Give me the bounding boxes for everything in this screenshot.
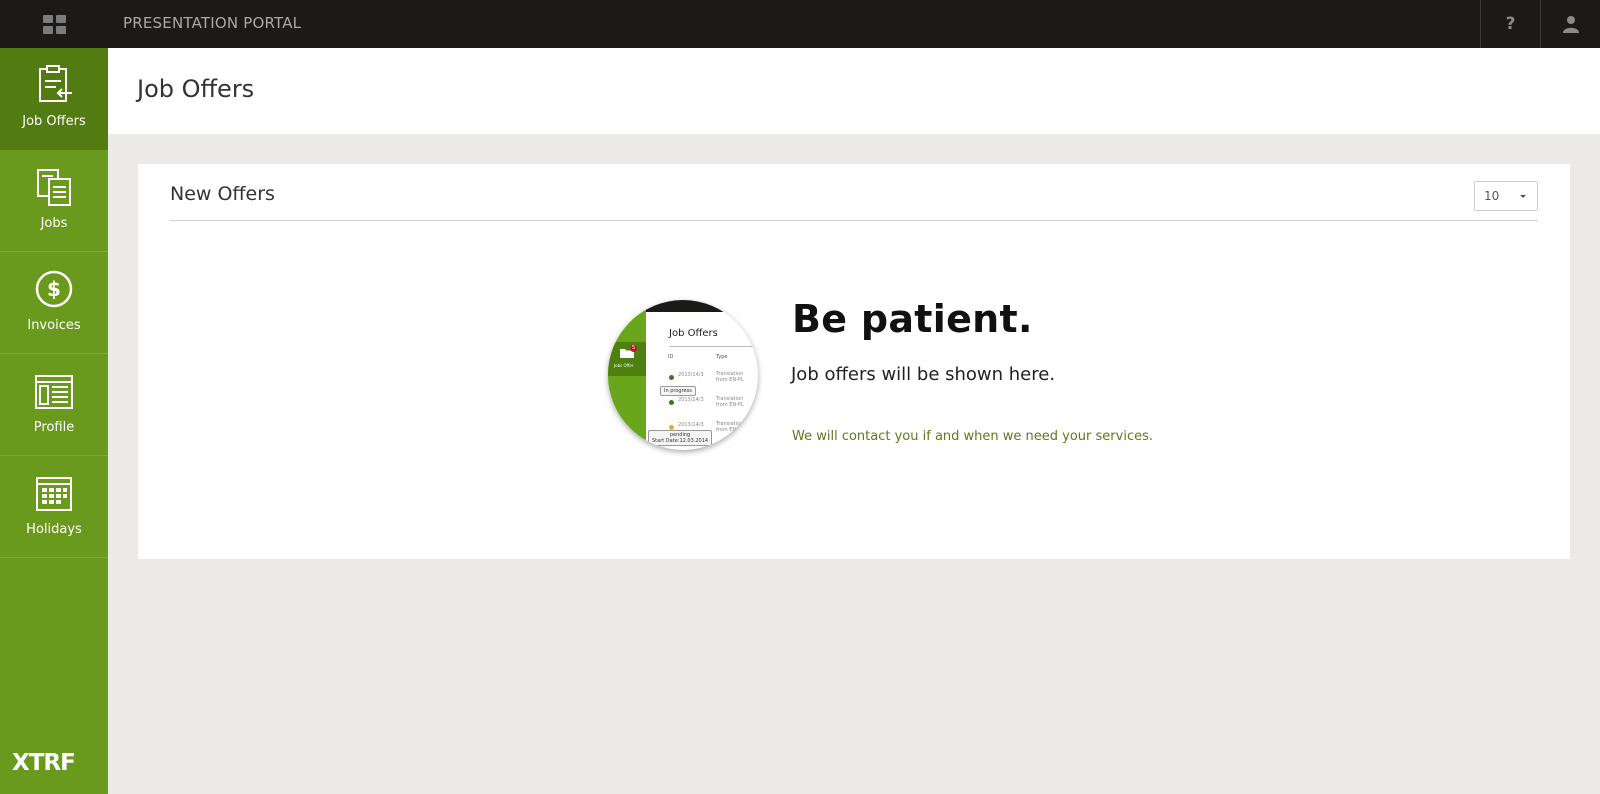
page-size-value: 10 — [1484, 189, 1500, 203]
illustration-sidebar — [608, 300, 646, 450]
help-icon: ? — [1505, 14, 1516, 34]
profile-card-icon — [35, 375, 73, 409]
sidebar-item-label: Profile — [33, 420, 75, 435]
dollar-circle-icon: $ — [35, 270, 73, 308]
sidebar-item-job-offers[interactable]: Job Offers — [0, 48, 108, 150]
illustration-badge-count: 5 — [632, 345, 636, 351]
sidebar-item-jobs[interactable]: Jobs — [0, 150, 108, 252]
user-menu-button[interactable] — [1540, 0, 1600, 48]
panel-title: New Offers — [170, 183, 275, 205]
sidebar-item-label: Jobs — [40, 216, 68, 231]
sidebar-item-invoices[interactable]: $ Invoices — [0, 252, 108, 354]
clipboard-arrow-icon — [39, 65, 72, 102]
panel-header: New Offers 10 — [170, 164, 1538, 221]
illustration-row-type: Translation from EN-PL — [716, 396, 744, 408]
apps-grid-icon — [42, 14, 66, 34]
empty-state-note: We will contact you if and when we need … — [792, 429, 1153, 444]
illustration-row-id: 2013/14/3 — [678, 422, 704, 428]
illustration-row-type: Translation from EN-PL — [716, 371, 744, 383]
empty-state-headline: Be patient. — [792, 297, 1033, 341]
page-size-select[interactable]: 10 — [1474, 181, 1538, 211]
chevron-down-icon — [1520, 195, 1526, 198]
apps-menu-button[interactable] — [0, 0, 108, 48]
empty-state-illustration: 5 Jobs Offer Job Offers ID Type 2013/14/… — [608, 300, 758, 450]
empty-state-subline: Job offers will be shown here. — [791, 364, 1056, 385]
illustration-row-id: 2013/14/3 — [678, 397, 704, 403]
illustration-col-id: ID — [668, 354, 674, 360]
illustration-tooltip: pending Start Date:12.03.2014 — [648, 430, 713, 446]
portal-title: PRESENTATION PORTAL — [123, 14, 302, 32]
illustration-row-id: 2013/14/3 — [678, 372, 704, 378]
top-bar: PRESENTATION PORTAL ? — [0, 0, 1600, 48]
illustration-sidebar-label: Jobs Offer — [614, 363, 634, 368]
illustration-col-type: Type — [716, 354, 728, 360]
sidebar-item-profile[interactable]: Profile — [0, 354, 108, 456]
status-dot — [669, 375, 674, 380]
xtrf-logo: XTRF — [12, 750, 76, 776]
illustration-title: Job Offers — [669, 328, 718, 339]
illustration-tooltip: In progress — [660, 386, 696, 396]
page-title: Job Offers — [137, 75, 255, 103]
illustration-divider — [669, 346, 758, 347]
user-icon — [1562, 16, 1579, 33]
documents-icon — [37, 169, 71, 206]
sidebar-item-label: Holidays — [26, 522, 82, 537]
sidebar-item-holidays[interactable]: Holidays — [0, 456, 108, 558]
page-header: Job Offers — [108, 48, 1600, 134]
illustration-tooltip-line: Start Date:12.03.2014 — [652, 438, 709, 444]
help-button[interactable]: ? — [1480, 0, 1540, 48]
svg-text:$: $ — [47, 277, 61, 301]
illustration-row-type: Translation from EN-PL — [716, 421, 744, 433]
sidebar-item-label: Job Offers — [22, 114, 86, 129]
new-offers-panel: New Offers 10 5 Jobs Offer Job Offers ID… — [138, 164, 1570, 559]
top-right-actions: ? — [1480, 0, 1600, 48]
calendar-icon — [36, 477, 72, 511]
sidebar-item-label: Invoices — [27, 318, 81, 333]
sidebar: Job Offers Jobs $ Invoices Profile Holid… — [0, 48, 108, 794]
status-dot — [669, 400, 674, 405]
